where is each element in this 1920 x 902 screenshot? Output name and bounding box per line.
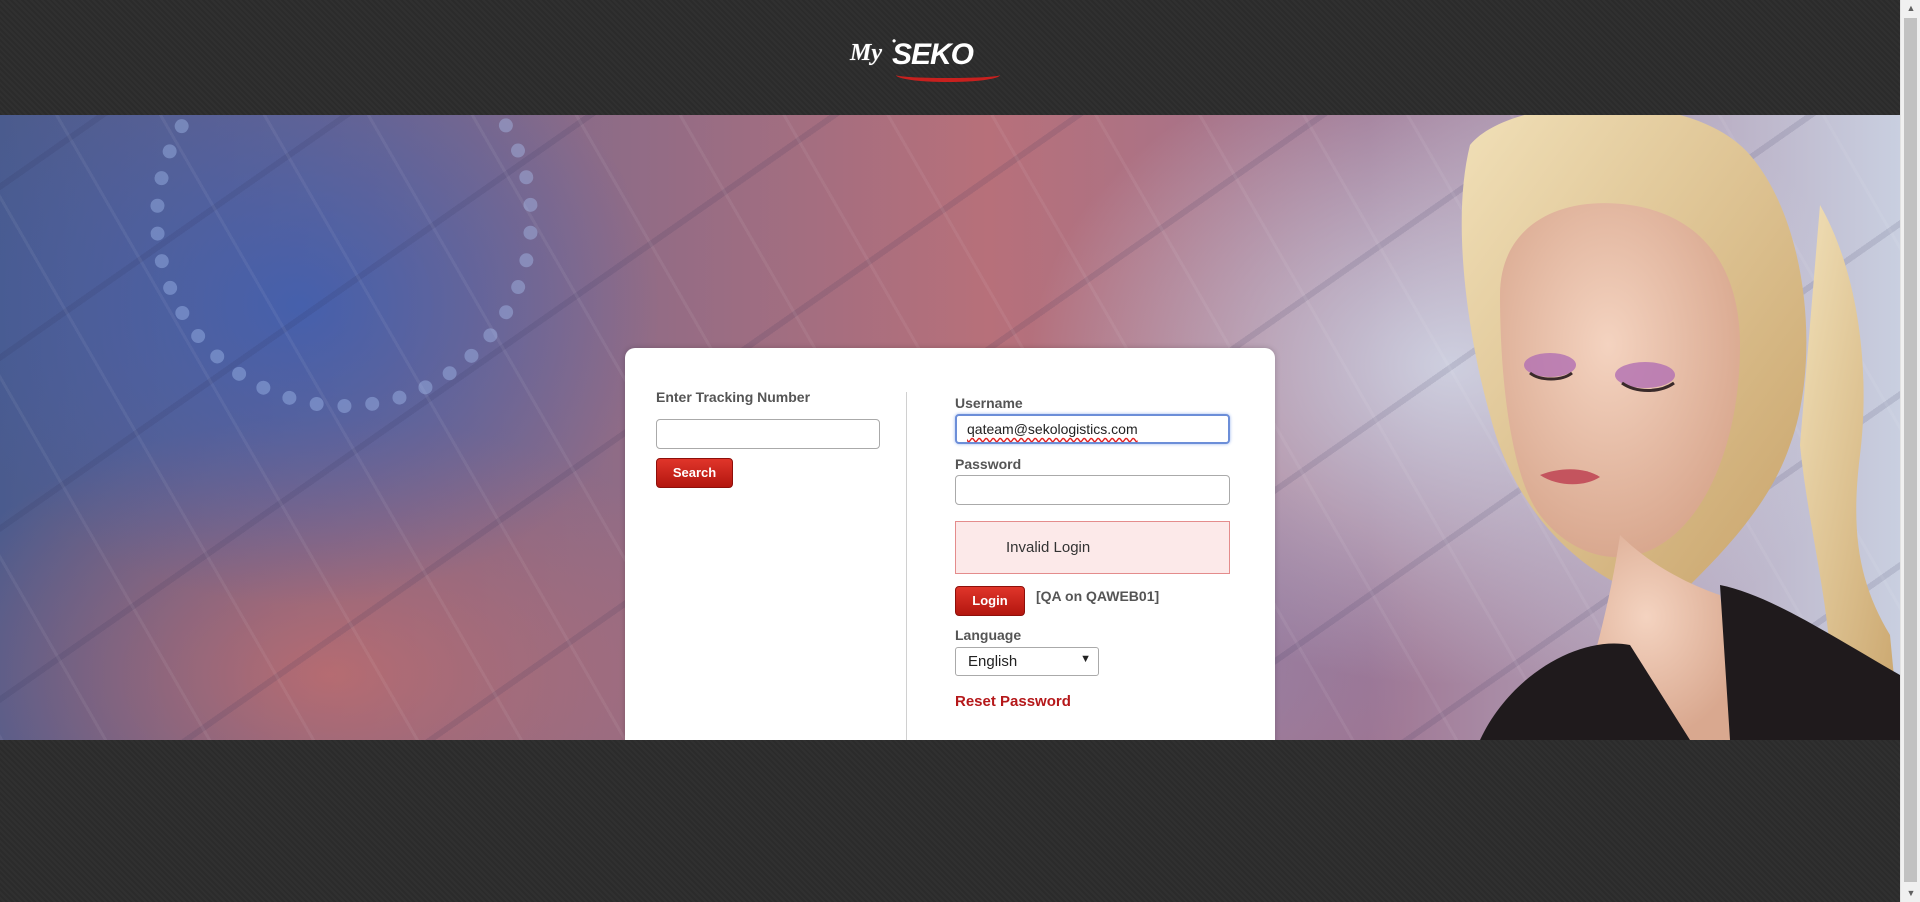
vertical-scrollbar[interactable]: ▲ ▼ xyxy=(1900,0,1920,902)
login-card: Enter Tracking Number Search Username qa… xyxy=(625,348,1275,740)
scroll-up-arrow-icon[interactable]: ▲ xyxy=(1901,0,1920,17)
tracking-number-input[interactable] xyxy=(656,419,880,449)
myseko-logo: My • SEKO xyxy=(846,34,1006,82)
environment-label: [QA on QAWEB01] xyxy=(1036,588,1160,604)
username-value: qateam@sekologistics.com xyxy=(967,421,1138,437)
scroll-down-arrow-icon[interactable]: ▼ xyxy=(1901,885,1920,902)
reset-password-link[interactable]: Reset Password xyxy=(955,693,1071,710)
chevron-down-icon: ▼ xyxy=(1080,653,1091,665)
header: My • SEKO xyxy=(0,0,1900,115)
logo-swoosh xyxy=(896,68,1000,82)
scrollbar-thumb[interactable] xyxy=(1904,18,1917,882)
hero-banner: Enter Tracking Number Search Username qa… xyxy=(0,115,1900,740)
hero-portrait-image xyxy=(1461,115,1900,740)
logo-my-text: My xyxy=(850,40,882,66)
username-label: Username xyxy=(955,395,1023,411)
tracking-number-label: Enter Tracking Number xyxy=(656,389,811,405)
logo-seko-text: SEKO xyxy=(892,38,974,71)
password-label: Password xyxy=(955,456,1022,472)
login-error-box: Invalid Login xyxy=(955,521,1230,574)
language-label: Language xyxy=(955,627,1022,643)
username-input[interactable]: qateam@sekologistics.com xyxy=(955,414,1230,444)
login-error-message: Invalid Login xyxy=(1006,539,1091,556)
footer xyxy=(0,740,1900,902)
card-divider xyxy=(906,392,907,740)
password-input[interactable] xyxy=(955,475,1230,505)
login-button[interactable]: Login xyxy=(955,586,1025,616)
hero-watermark xyxy=(140,365,171,475)
language-select[interactable]: English ▼ xyxy=(955,647,1099,676)
page: My • SEKO Enter Tracking Number Search U… xyxy=(0,0,1900,902)
language-selected-value: English xyxy=(968,653,1018,670)
search-button[interactable]: Search xyxy=(656,458,733,488)
